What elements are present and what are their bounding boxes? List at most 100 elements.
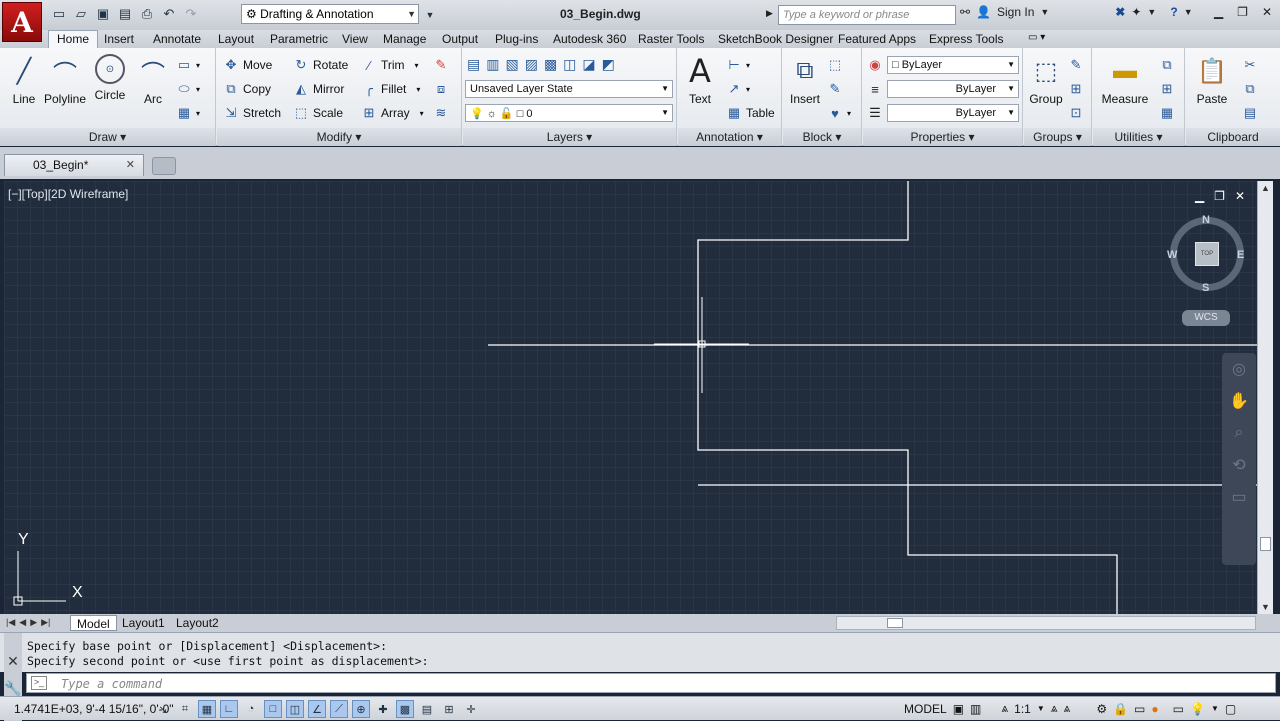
infer-constraints-icon[interactable]: ↘ [154, 700, 172, 718]
tab-view[interactable]: View [342, 30, 368, 48]
undo-icon[interactable]: ↶ [160, 5, 178, 23]
compass-east[interactable]: E [1237, 249, 1244, 261]
chevron-down-icon[interactable]: ▼ [1040, 7, 1049, 17]
drawing-viewport[interactable]: [−][Top][2D Wireframe] ▁ ❐ ✕ X Y TOP N S… [4, 181, 1257, 614]
match-clip-button[interactable]: ▤ [1242, 103, 1258, 123]
tab-raster-tools[interactable]: Raster Tools [638, 30, 704, 48]
chevron-down-icon[interactable]: ▼ [1211, 704, 1219, 713]
panel-clipboard-title[interactable]: Clipboard [1186, 128, 1280, 146]
steering-wheel-icon[interactable]: ◎ [1222, 353, 1256, 385]
otrack-icon[interactable]: ∠ [308, 700, 326, 718]
viewcube[interactable]: TOP [1170, 217, 1244, 291]
close-icon[interactable]: ✕ [1262, 5, 1272, 19]
dyn-icon[interactable]: ⊕ [352, 700, 370, 718]
save-icon[interactable]: ▣ [94, 5, 112, 23]
application-status-icon[interactable]: ▭ [1173, 702, 1184, 716]
compass-north[interactable]: N [1202, 214, 1210, 226]
panel-utilities-title[interactable]: Utilities ▾ [1093, 128, 1184, 146]
search-input[interactable]: Type a keyword or phrase [778, 5, 956, 25]
osnap-icon[interactable]: □ [264, 700, 282, 718]
vertical-scrollbar[interactable]: ▲ ▼ [1257, 181, 1273, 614]
tab-manage[interactable]: Manage [383, 30, 426, 48]
ortho-icon[interactable]: ∟ [220, 700, 238, 718]
transparency-icon[interactable]: ▩ [396, 700, 414, 718]
print-icon[interactable]: ⎙ [138, 5, 156, 23]
help-icon[interactable]: ? [1170, 5, 1177, 19]
linetype-icon-button[interactable]: ☰ [867, 103, 883, 123]
panel-modify-title[interactable]: Modify ▾ [217, 128, 461, 146]
tab-featured-apps[interactable]: Featured Apps [838, 30, 916, 48]
ribbon-toggle-icon[interactable]: ▭ ▾ [1028, 30, 1045, 48]
move-button[interactable]: ✥ Move [223, 55, 273, 75]
isolate-objects-icon[interactable]: ● [1151, 702, 1158, 716]
lineweight-toggle-icon[interactable]: ✚ [374, 700, 392, 718]
explode-button[interactable]: ⧈ [433, 79, 449, 99]
dimension-button[interactable]: ⊢ ▾ [726, 55, 750, 75]
calculator-button[interactable]: ▦ [1159, 103, 1175, 123]
save-as-icon[interactable]: ▤ [116, 5, 134, 23]
circle-button[interactable]: ⊙ Circle [90, 54, 130, 102]
group-button[interactable]: ⬚ Group [1026, 54, 1066, 107]
tab-layout[interactable]: Layout [218, 30, 254, 48]
layer-off-icon[interactable]: ▨ [525, 56, 538, 73]
create-block-button[interactable]: ⬚ [827, 55, 843, 75]
paste-button[interactable]: 📋 Paste [1192, 54, 1232, 107]
copy-clip-button[interactable]: ⧉ [1242, 79, 1258, 99]
tab-annotate[interactable]: Annotate [153, 30, 201, 48]
horizontal-scrollbar[interactable] [836, 616, 1256, 630]
panel-groups-title[interactable]: Groups ▾ [1024, 128, 1091, 146]
table-button[interactable]: ▦ Table [726, 103, 775, 123]
tab-sketchbook-designer[interactable]: SketchBook Designer [718, 30, 833, 48]
exchange-icon[interactable]: ✖ [1115, 5, 1125, 19]
viewcube-top-face[interactable]: TOP [1195, 242, 1219, 266]
line-button[interactable]: ╱ Line [6, 54, 42, 107]
attribute-button[interactable]: ♥ ▾ [827, 103, 851, 123]
document-tab[interactable]: 03_Begin* ✕ [4, 154, 144, 176]
ellipse-button[interactable]: ⬭ ▾ [176, 79, 200, 99]
polar-icon[interactable]: ◔ [242, 700, 260, 718]
next-layout-icon[interactable]: ▶ [30, 617, 37, 628]
selection-cycling-icon[interactable]: ⊞ [440, 700, 458, 718]
layer-match-icon[interactable]: ◫ [563, 56, 576, 73]
quick-properties-icon[interactable]: ▤ [418, 700, 436, 718]
annotation-visibility-icon[interactable]: ⩓ [1051, 701, 1058, 716]
polyline-button[interactable]: ⌒ Polyline [42, 54, 88, 107]
group-select-button[interactable]: ⊡ [1068, 103, 1084, 123]
tab-insert[interactable]: Insert [104, 30, 134, 48]
first-layout-icon[interactable]: |◀ [6, 617, 15, 628]
tab-home[interactable]: Home [48, 30, 99, 48]
command-input[interactable]: >_ Type a command [26, 673, 1276, 693]
chevron-down-icon[interactable]: ▼ [1037, 704, 1045, 713]
select-all-button[interactable]: ⊞ [1159, 79, 1175, 99]
sign-in-link[interactable]: Sign In [997, 5, 1034, 19]
chevron-down-icon[interactable]: ▼ [1184, 7, 1193, 17]
star-icon[interactable]: ✦ [1131, 5, 1141, 19]
tab-parametric[interactable]: Parametric [270, 30, 328, 48]
layout-tab-layout1[interactable]: Layout1 [116, 615, 171, 631]
scroll-up-icon[interactable]: ▲ [1261, 183, 1270, 193]
lock-icon[interactable]: 🔒 [1113, 702, 1128, 716]
model-space-toggle[interactable]: MODEL [904, 702, 947, 716]
workspace-select[interactable]: ⚙ Drafting & Annotation ▼ [241, 4, 419, 24]
text-button[interactable]: A Text [682, 52, 718, 106]
clean-screen-icon[interactable]: ▢ [1225, 702, 1236, 716]
quick-view-drawings-icon[interactable]: ▥ [970, 702, 981, 716]
close-icon[interactable]: ✕ [126, 158, 135, 171]
leader-button[interactable]: ↗ ▾ [726, 79, 750, 99]
measure-button[interactable]: ▬ Measure [1097, 54, 1153, 106]
lineweight-select[interactable]: ByLayer ▼ [887, 80, 1019, 98]
coordinate-readout[interactable]: 1.4741E+03, 9'-4 15/16", 0'-0" [14, 702, 174, 716]
restore-icon[interactable]: ❐ [1237, 5, 1248, 19]
panel-draw-title[interactable]: Draw ▾ [0, 128, 215, 146]
rotate-button[interactable]: ↻ Rotate [293, 55, 349, 75]
mirror-button[interactable]: ◭ Mirror [293, 79, 344, 99]
open-icon[interactable]: ▱ [72, 5, 90, 23]
zoom-icon[interactable]: ⌕ [1222, 417, 1256, 449]
stretch-button[interactable]: ⇲ Stretch [223, 103, 281, 123]
layout-tab-model[interactable]: Model [70, 615, 117, 631]
group-edit-button[interactable]: ⊞ [1068, 79, 1084, 99]
ungroup-button[interactable]: ✎ [1068, 55, 1084, 75]
command-prompt-icon[interactable]: >_ [31, 676, 47, 690]
layer-properties-icon[interactable]: ▤ [467, 56, 480, 73]
last-layout-icon[interactable]: ▶| [41, 617, 50, 628]
